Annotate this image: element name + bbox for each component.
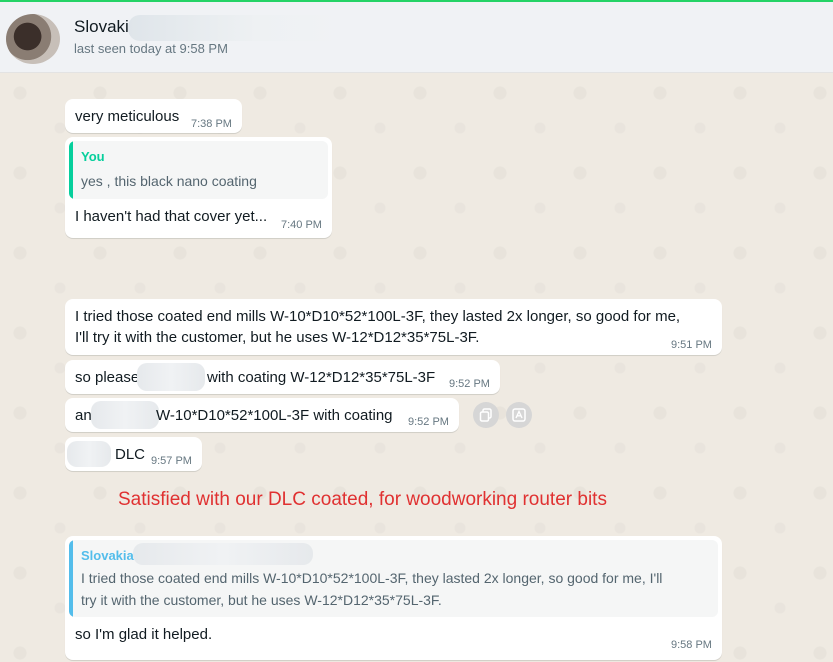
message-text-part: an	[75, 407, 92, 424]
quote-text-line: I tried those coated end mills W-10*D10*…	[81, 570, 663, 586]
redacted-name-blur	[128, 15, 343, 41]
message-text: I haven't had that cover yet...	[75, 208, 268, 225]
message-bubble[interactable]: You yes , this black nano coating I have…	[65, 137, 332, 238]
avatar[interactable]	[6, 14, 60, 64]
message-time: 9:58 PM	[671, 639, 712, 651]
copy-icon	[479, 408, 492, 422]
message-bubble[interactable]: Slovakia I tried those coated end mills …	[65, 536, 722, 660]
message-bubble[interactable]: very meticulous 7:38 PM	[65, 99, 242, 133]
chat-header[interactable]: Slovaki last seen today at 9:58 PM	[0, 2, 833, 73]
message-bubble[interactable]: so please with coating W-12*D12*35*75L-3…	[65, 360, 500, 394]
redacted-text-blur	[137, 363, 205, 391]
quote-text-line: try it with the customer, but he uses W-…	[81, 592, 442, 608]
translate-icon	[512, 408, 526, 422]
last-seen-status: last seen today at 9:58 PM	[74, 41, 228, 56]
translate-button[interactable]	[506, 402, 532, 428]
message-time: 9:52 PM	[449, 378, 490, 390]
message-time: 9:57 PM	[151, 455, 192, 467]
message-text-part: W-10*D10*52*100L-3F with coating	[156, 407, 393, 424]
quote-text: yes , this black nano coating	[81, 173, 257, 189]
quote-accent-bar	[69, 141, 73, 199]
message-bubble[interactable]: I tried those coated end mills W-10*D10*…	[65, 299, 722, 355]
message-bubble[interactable]: DLC 9:57 PM	[65, 437, 202, 471]
copy-button[interactable]	[473, 402, 499, 428]
message-time: 9:51 PM	[671, 339, 712, 351]
message-text-part: so please	[75, 369, 140, 386]
message-text-line: I tried those coated end mills W-10*D10*…	[75, 308, 681, 325]
redacted-text-blur	[67, 441, 111, 467]
redacted-text-blur	[91, 401, 159, 429]
quote-author: You	[81, 149, 105, 164]
quoted-message[interactable]: Slovakia I tried those coated end mills …	[69, 540, 718, 617]
message-text-part: with coating W-12*D12*35*75L-3F	[207, 369, 436, 386]
quote-accent-bar	[69, 540, 73, 617]
message-time: 7:40 PM	[281, 219, 322, 231]
red-annotation-text: Satisfied with our DLC coated, for woodw…	[118, 489, 607, 510]
message-text: so I'm glad it helped.	[75, 626, 213, 643]
message-bubble[interactable]: an W-10*D10*52*100L-3F with coating 9:52…	[65, 398, 459, 432]
message-list[interactable]: very meticulous 7:38 PM You yes , this b…	[0, 73, 833, 662]
redacted-name-blur	[133, 543, 313, 565]
contact-name[interactable]: Slovaki	[74, 17, 129, 37]
message-time: 7:38 PM	[191, 118, 232, 130]
quote-author: Slovakia	[81, 548, 134, 563]
message-text: DLC	[115, 446, 146, 463]
message-text: very meticulous	[75, 108, 180, 125]
quoted-message[interactable]: You yes , this black nano coating	[69, 141, 328, 199]
message-text-line: I'll try it with the customer, but he us…	[75, 329, 480, 346]
message-time: 9:52 PM	[408, 416, 449, 428]
